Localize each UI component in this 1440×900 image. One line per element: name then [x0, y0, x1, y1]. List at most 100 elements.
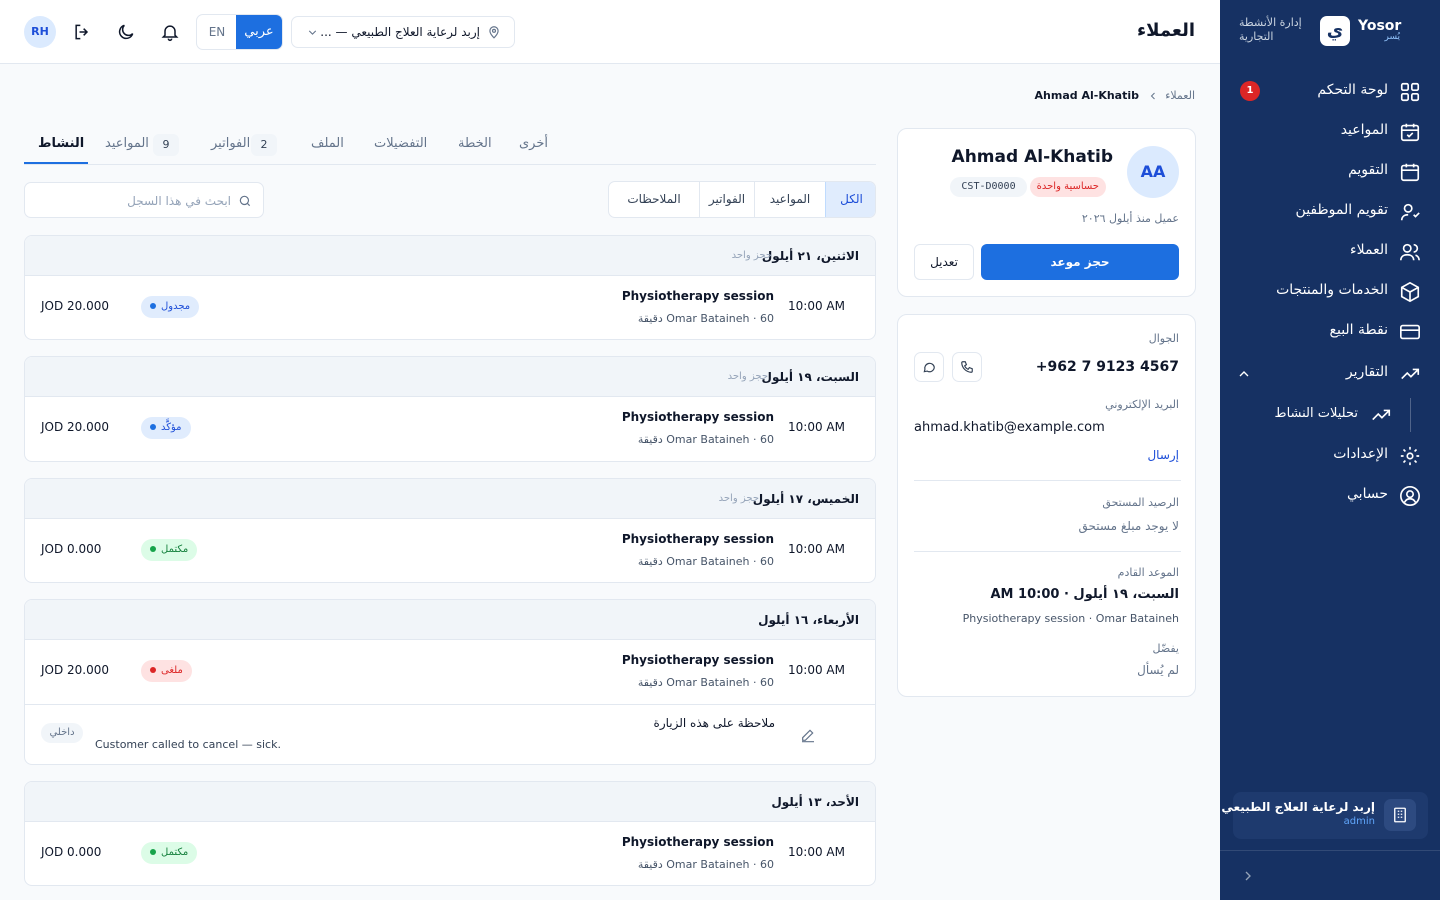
activity-filter: الملاحظات الفواتير المواعيد الكل — [608, 181, 876, 218]
pencil-icon[interactable] — [800, 727, 816, 743]
visit-note-title: ملاحظة على هذه الزيارة — [653, 716, 775, 730]
appointment-details: Omar Bataineh · 60 دقيقة — [637, 433, 774, 446]
status-badge: مؤكَّد — [141, 417, 191, 439]
sidebar-item-settings[interactable]: الإعدادات — [1220, 436, 1440, 476]
activity-day: الأربعاء، ١٦ أيلول 10:00 AM Physiotherap… — [24, 599, 876, 765]
tab-profile[interactable]: الملف — [311, 136, 344, 151]
search-input[interactable] — [41, 190, 231, 212]
sidebar-item-appointments[interactable]: المواعيد — [1220, 112, 1440, 152]
chevron-right-icon[interactable] — [1240, 868, 1256, 884]
status-badge: ملغى — [141, 660, 192, 682]
internal-badge: داخلي — [41, 723, 83, 743]
customer-id-badge: CST-D0000 — [950, 177, 1027, 197]
appointment-time: 10:00 AM — [788, 420, 845, 434]
logout-icon[interactable] — [72, 22, 92, 42]
status-badge: مكتمل — [141, 539, 198, 561]
prefers-label: يفضّل — [1152, 642, 1180, 655]
appointment-amount: JOD 0.000 — [41, 542, 102, 556]
status-dot — [150, 546, 156, 552]
top-header: العملاء RH EN عربي إربد لرعاية العلاج ال… — [0, 0, 1220, 64]
appointment-time: 10:00 AM — [788, 845, 845, 859]
box-icon — [1400, 281, 1420, 303]
brand-area: ي Yosor يُسر إدارة الأنشطة التجارية — [1220, 0, 1440, 64]
allergy-badge[interactable]: حساسية واحدة — [1029, 177, 1106, 197]
filter-invoices[interactable]: الفواتير — [699, 182, 754, 217]
message-button[interactable] — [914, 352, 944, 382]
moon-icon[interactable] — [116, 22, 136, 42]
book-appointment-button[interactable]: حجز موعد — [981, 244, 1179, 280]
lang-en-button[interactable]: EN — [197, 15, 237, 49]
tab-other[interactable]: أخرى — [519, 136, 548, 151]
sidebar-item-calendar[interactable]: التقويم — [1220, 152, 1440, 192]
status-badge: مكتمل — [141, 842, 198, 864]
tab-plan[interactable]: الخطة — [458, 136, 492, 151]
tab-count: 2 — [251, 134, 277, 156]
sidebar-item-customers[interactable]: العملاء — [1220, 232, 1440, 272]
sidebar-item-label: العملاء — [1350, 242, 1388, 258]
prefers-value: لم يُسأل — [1137, 663, 1179, 677]
next-appointment-date[interactable]: السبت، ١٩ أيلول · 10:00 AM — [991, 587, 1180, 602]
breadcrumb-root[interactable]: العملاء — [1165, 89, 1195, 102]
activity-date: الاثنين، ٢١ أيلول — [761, 249, 859, 263]
status-dot — [150, 667, 156, 673]
appointment-service[interactable]: Physiotherapy session — [622, 532, 774, 546]
sidebar-item-label: المواعيد — [1340, 122, 1388, 138]
calendar-check-icon — [1400, 123, 1420, 142]
email-address[interactable]: ahmad.khatib@example.com — [914, 420, 1105, 435]
call-button[interactable] — [952, 352, 982, 382]
next-appointment-desc: Physiotherapy session · Omar Bataineh — [962, 612, 1179, 625]
appointment-service[interactable]: Physiotherapy session — [622, 835, 774, 849]
active-tab-indicator — [24, 162, 88, 164]
activity-day: الأحد، ١٣ أيلول 10:00 AM Physiotherapy s… — [24, 781, 876, 886]
filter-all[interactable]: الكل — [825, 182, 875, 217]
organization-switcher[interactable]: إربد لرعاية العلاج الطبيعي admin — [1221, 792, 1428, 839]
filter-notes[interactable]: الملاحظات — [609, 182, 699, 217]
tabs-divider — [24, 164, 876, 165]
sidebar-item-staff-calendar[interactable]: تقويم الموظفين — [1220, 192, 1440, 232]
edit-customer-button[interactable]: تعديل — [914, 244, 974, 280]
organization-role: admin — [1343, 816, 1375, 827]
status-text: مجدول — [161, 301, 191, 312]
tab-appointments[interactable]: المواعيد — [105, 136, 149, 151]
sidebar-item-label: نقطة البيع — [1329, 322, 1388, 338]
appointment-details: Omar Bataineh · 60 دقيقة — [637, 676, 774, 689]
activity-date: الأربعاء، ١٦ أيلول — [758, 613, 859, 627]
filter-appointments[interactable]: المواعيد — [754, 182, 825, 217]
send-email-link[interactable]: إرسال — [1147, 448, 1179, 462]
chat-icon — [923, 362, 935, 373]
lang-ar-button[interactable]: عربي — [236, 15, 282, 49]
appointment-service[interactable]: Physiotherapy session — [622, 289, 774, 303]
sidebar-item-services[interactable]: الخدمات والمنتجات — [1220, 272, 1440, 312]
tab-preferences[interactable]: التفضيلات — [374, 136, 427, 151]
breadcrumb-current: Ahmad Al-Khatib — [1034, 89, 1139, 102]
status-text: مكتمل — [161, 544, 189, 555]
appointment-service[interactable]: Physiotherapy session — [622, 653, 774, 667]
appointment-amount: JOD 0.000 — [41, 845, 102, 859]
user-avatar[interactable]: RH — [24, 16, 56, 48]
page-title: العملاء — [1136, 20, 1195, 41]
phone-number[interactable]: +962 7 9123 4567 — [1036, 359, 1179, 375]
sidebar-item-activity-analytics[interactable]: تحليلات النشاط — [1220, 395, 1440, 435]
brand-logo[interactable]: ي — [1320, 16, 1350, 46]
chevron-up-icon[interactable] — [1236, 366, 1252, 382]
phone-icon — [961, 361, 973, 373]
notification-badge: 1 — [1240, 81, 1260, 101]
sidebar-divider — [1220, 850, 1440, 851]
users-icon — [1400, 243, 1420, 261]
sidebar-item-label: حسابي — [1347, 486, 1388, 502]
sidebar-item-reports[interactable]: التقارير — [1220, 354, 1440, 394]
location-select[interactable]: إربد لرعاية العلاج الطبيعي — ... — [291, 16, 515, 48]
tab-count: 9 — [153, 134, 179, 156]
appointment-time: 10:00 AM — [788, 299, 845, 313]
brand-sub: يُسر — [1384, 32, 1401, 42]
tab-activity[interactable]: النشاط — [38, 136, 84, 151]
activity-day-header: الاثنين، ٢١ أيلول حجز واحد — [25, 236, 875, 276]
account-icon — [1400, 486, 1420, 506]
sidebar-item-account[interactable]: حسابي — [1220, 476, 1440, 516]
divider — [25, 704, 875, 705]
tab-invoices[interactable]: الفواتير — [211, 136, 250, 151]
status-dot — [150, 303, 156, 309]
appointment-service[interactable]: Physiotherapy session — [622, 410, 774, 424]
bell-icon[interactable] — [160, 22, 180, 42]
sidebar-item-pos[interactable]: نقطة البيع — [1220, 312, 1440, 352]
